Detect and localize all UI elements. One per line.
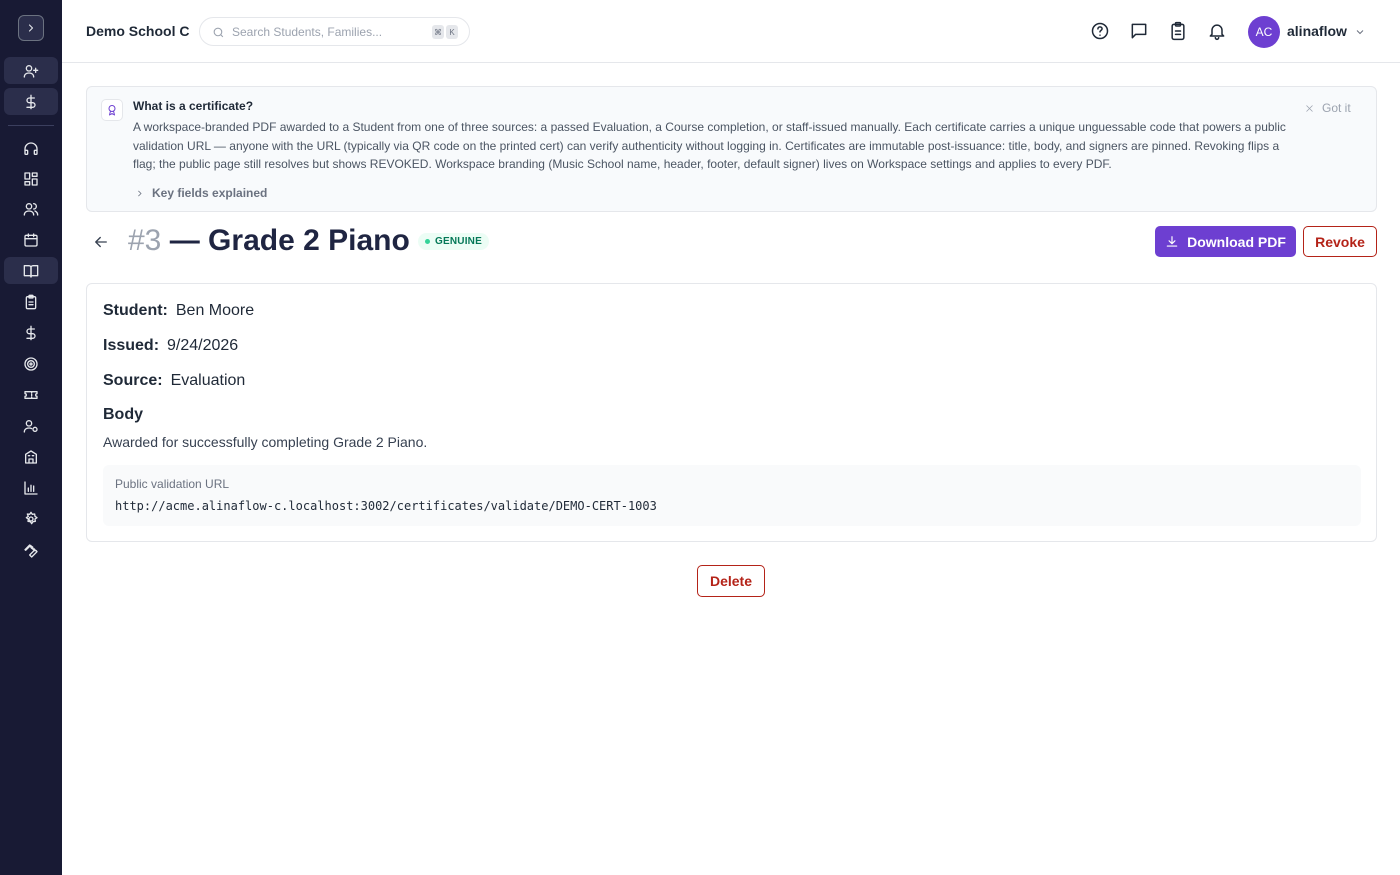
wrench-icon [24,543,38,558]
clipboard-icon [1171,21,1185,41]
download-pdf-label: Download PDF [1187,233,1286,250]
sidebar-item-dashboard[interactable] [4,165,58,192]
dollar-icon [26,325,36,340]
download-pdf-button[interactable]: Download PDF [1155,226,1296,257]
sidebar-item-staff[interactable] [4,412,58,439]
school-name[interactable]: Demo School C [86,23,189,39]
sidebar-item-reports[interactable] [4,474,58,501]
building-icon [25,449,37,464]
dismiss-button[interactable]: Got it [1305,101,1351,115]
chevron-right-icon [28,24,34,32]
download-icon [1166,235,1178,247]
username[interactable]: alinaflow [1287,23,1347,39]
delete-button[interactable]: Delete [697,565,765,597]
sidebar-divider [8,125,54,126]
avatar[interactable]: AC [1248,16,1280,48]
status-dot [425,239,430,244]
validation-url-box: Public validation URL http://acme.alinaf… [103,465,1361,526]
gear-icon [25,511,38,524]
user-menu-toggle[interactable] [1354,25,1366,37]
sidebar-item-calendar[interactable] [4,226,58,253]
sidebar [0,0,62,875]
messages-button[interactable] [1129,21,1149,41]
notifications-button[interactable] [1207,21,1227,41]
sidebar-item-courses[interactable] [4,257,58,284]
validation-url-label: Public validation URL [115,477,230,491]
bar-chart-icon [24,480,38,495]
issued-label: Issued: [103,337,160,354]
source-value: Evaluation [170,372,246,389]
tasks-button[interactable] [1168,21,1188,41]
sidebar-item-students[interactable] [4,195,58,222]
info-banner-title: What is a certificate? [133,99,254,113]
search-box[interactable]: ⌘ K [199,17,470,46]
chevron-down-icon [1356,30,1364,35]
certificate-title: — Grade 2 Piano [169,224,410,257]
dollar-icon [26,94,36,109]
certificate-details-card: Student: Ben Moore Issued: 9/24/2026 Sourc… [86,283,1377,542]
search-icon [213,27,224,38]
search-input[interactable] [232,23,422,41]
info-banner-text: A workspace-branded PDF awarded to a Stu… [133,120,1286,171]
sidebar-item-billing[interactable] [4,319,58,346]
sidebar-item-tools[interactable] [4,537,58,564]
source-label: Source: [103,372,163,389]
target-icon [24,356,38,371]
chevron-right-icon [138,190,142,196]
info-banner-icon-box [101,99,123,121]
help-button[interactable] [1090,21,1110,41]
sidebar-item-goals[interactable] [4,350,58,377]
clipboard-icon [25,294,37,309]
shortcut-key-cmd: ⌘ [432,25,444,39]
sidebar-item-locations[interactable] [4,443,58,470]
top-bar: Demo School C ⌘ K AC alinaflow [62,0,1400,63]
status-badge-label: GENUINE [435,236,482,247]
dismiss-label: Got it [1322,101,1351,115]
sidebar-item-support[interactable] [4,135,58,162]
ticket-icon [24,390,38,399]
user-settings-icon [23,419,38,433]
source-row: Source: Evaluation [103,372,245,390]
back-button[interactable] [92,233,110,251]
student-row: Student: Ben Moore [103,302,254,320]
calendar-icon [24,232,38,247]
bell-icon [1209,24,1225,41]
headset-icon [24,141,38,155]
sidebar-item-settings[interactable] [4,505,58,532]
revoke-button[interactable]: Revoke [1303,226,1377,257]
page-title: #3 — Grade 2 Piano [128,224,410,258]
sidebar-item-evaluations[interactable] [4,288,58,315]
arrow-left-icon [95,236,107,248]
certificate-number: #3 [128,224,162,257]
user-plus-icon [23,64,39,78]
student-value: Ben Moore [175,302,255,319]
body-text: Awarded for successfully completing Grad… [103,434,428,450]
dashboard-icon [24,171,38,186]
issued-value: 9/24/2026 [167,337,239,354]
sidebar-item-quick-payment[interactable] [4,88,58,115]
sidebar-item-tickets[interactable] [4,381,58,408]
help-icon [1091,22,1109,40]
student-label: Student: [103,302,168,319]
issued-row: Issued: 9/24/2026 [103,337,238,355]
award-icon [108,105,116,116]
validation-url[interactable]: http://acme.alinaflow-c.localhost:3002/c… [115,499,657,513]
key-fields-label: Key fields explained [152,186,268,200]
info-banner: What is a certificate? A workspace-brand… [86,86,1377,212]
status-badge: GENUINE [418,233,489,250]
key-fields-expander[interactable]: Key fields explained [135,186,267,200]
close-icon [1306,104,1313,112]
body-heading: Body [103,406,143,423]
shortcut-key-k: K [446,25,458,39]
sidebar-expand-button[interactable] [18,15,44,41]
sidebar-item-add-student[interactable] [4,57,58,84]
chat-icon [1131,23,1147,39]
book-open-icon [23,264,39,278]
users-icon [23,202,39,216]
